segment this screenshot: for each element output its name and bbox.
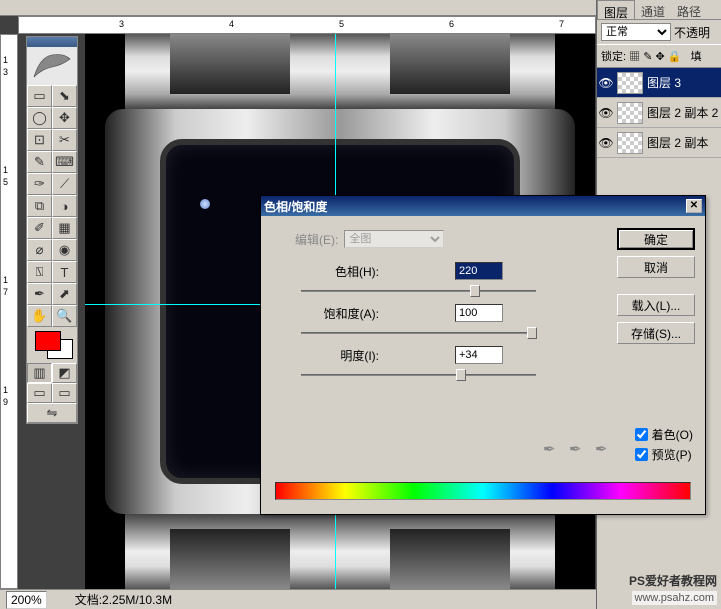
blend-mode-select[interactable]: 正常	[601, 23, 671, 41]
fill-label: 填	[691, 51, 702, 63]
wand-tool[interactable]: ✥	[52, 107, 77, 129]
ruler-horizontal: 3 4 5 6 7	[18, 16, 596, 34]
panel-tabs: 图层 通道 路径	[597, 0, 721, 20]
layer-item[interactable]: 👁 图层 2 副本 2	[597, 98, 721, 128]
hand-tool[interactable]: ✋	[27, 305, 52, 327]
blur-tool[interactable]: ✐	[27, 217, 52, 239]
eyedroppers: ✒ ✒ ✒	[543, 440, 613, 458]
dodge-tool[interactable]: ▦	[52, 217, 77, 239]
history-brush-tool[interactable]: ⟋	[52, 173, 77, 195]
toolbox-header[interactable]	[27, 37, 77, 47]
stamp-tool[interactable]: ✑	[27, 173, 52, 195]
canvas-blue-dot	[200, 199, 210, 209]
layer-thumb[interactable]	[617, 132, 643, 154]
lock-label: 锁定:	[601, 51, 626, 63]
status-bar: 200% 文档:2.25M/10.3M	[0, 589, 596, 609]
lock-pixels-icon[interactable]: ▦	[629, 51, 640, 63]
layer-name: 图层 2 副本 2	[647, 104, 718, 121]
brush-tool[interactable]: ⌨	[52, 151, 77, 173]
close-icon[interactable]: ✕	[686, 199, 702, 213]
edit-label: 编辑(E):	[295, 231, 338, 248]
opacity-label: 不透明	[674, 24, 710, 41]
edit-select: 全图	[344, 230, 444, 248]
ruler-vertical: 1 3 1 5 1 7 1 9	[0, 34, 18, 589]
lasso-tool[interactable]: ◯	[27, 107, 52, 129]
gradient-tool[interactable]: ◑	[52, 195, 77, 217]
eyedropper-add-icon: ✒	[569, 440, 587, 458]
dialog-titlebar[interactable]: 色相/饱和度 ✕	[261, 196, 705, 216]
foreground-color[interactable]	[35, 331, 61, 351]
type-tool[interactable]: ◉	[52, 239, 77, 261]
standard-mode[interactable]: ▥	[27, 363, 52, 383]
hue-gradient	[275, 482, 691, 500]
color-swatches	[27, 327, 77, 363]
crop-tool[interactable]: ⊡	[27, 129, 52, 151]
lightness-label: 明度(I):	[295, 347, 379, 364]
tab-layers[interactable]: 图层	[597, 0, 635, 19]
layer-name: 图层 2 副本	[647, 134, 708, 151]
eyedropper-icon: ✒	[543, 440, 561, 458]
saturation-label: 饱和度(A):	[295, 305, 379, 322]
jump-to[interactable]: ⇋	[27, 403, 77, 423]
shape-tool[interactable]: T	[52, 261, 77, 283]
load-button[interactable]: 载入(L)...	[617, 294, 695, 316]
screen-mode-2[interactable]: ▭	[52, 383, 77, 403]
visibility-icon[interactable]: 👁	[599, 106, 613, 120]
ok-button[interactable]: 确定	[617, 228, 695, 250]
slice-tool[interactable]: ✂	[52, 129, 77, 151]
hue-slider[interactable]	[301, 284, 536, 298]
colorize-checkbox[interactable]: 着色(O)	[635, 426, 693, 443]
layers-list: 👁 图层 3 👁 图层 2 副本 2 👁 图层 2 副本	[597, 68, 721, 158]
toolbox: ▭ ⬊ ◯ ✥ ⊡ ✂ ✎ ⌨ ✑ ⟋ ⧉ ◑ ✐ ▦ ⌀ ◉ ⍂ T ✒ ⬈ …	[26, 36, 78, 424]
notes-tool[interactable]: ✒	[27, 283, 52, 305]
layer-item[interactable]: 👁 图层 3	[597, 68, 721, 98]
pen-tool[interactable]: ⍂	[27, 261, 52, 283]
saturation-slider[interactable]	[301, 326, 536, 340]
watermark-text: PS爱好者教程网	[629, 572, 717, 589]
quickmask-mode[interactable]: ◩	[52, 363, 77, 383]
tab-paths[interactable]: 路径	[671, 0, 707, 19]
lightness-slider[interactable]	[301, 368, 536, 382]
doc-size: 2.25M/10.3M	[102, 593, 172, 607]
layer-thumb[interactable]	[617, 72, 643, 94]
eraser-tool[interactable]: ⧉	[27, 195, 52, 217]
lock-all-icon[interactable]: 🔒	[668, 51, 682, 63]
visibility-icon[interactable]: 👁	[599, 76, 613, 90]
zoom-tool[interactable]: 🔍	[52, 305, 77, 327]
preview-checkbox[interactable]: 预览(P)	[635, 446, 693, 463]
cancel-button[interactable]: 取消	[617, 256, 695, 278]
hue-label: 色相(H):	[295, 263, 379, 280]
save-button[interactable]: 存储(S)...	[617, 322, 695, 344]
doc-label: 文档:	[75, 593, 102, 607]
hue-saturation-dialog: 色相/饱和度 ✕ 编辑(E): 全图 色相(H): 饱和度(A):	[260, 195, 706, 515]
saturation-input[interactable]	[455, 304, 503, 322]
heal-tool[interactable]: ✎	[27, 151, 52, 173]
eyedropper-tool[interactable]: ⬈	[52, 283, 77, 305]
tab-channels[interactable]: 通道	[635, 0, 671, 19]
lock-move-icon[interactable]: ✥	[655, 51, 664, 63]
dialog-title: 色相/饱和度	[264, 198, 327, 215]
lock-brush-icon[interactable]: ✎	[643, 51, 652, 63]
hue-input[interactable]	[455, 262, 503, 280]
path-tool[interactable]: ⌀	[27, 239, 52, 261]
layer-item[interactable]: 👁 图层 2 副本	[597, 128, 721, 158]
lightness-input[interactable]	[455, 346, 503, 364]
marquee-tool[interactable]: ▭	[27, 85, 52, 107]
screen-mode-1[interactable]: ▭	[27, 383, 52, 403]
layer-name: 图层 3	[647, 74, 681, 91]
layer-thumb[interactable]	[617, 102, 643, 124]
watermark-url: www.psahz.com	[632, 591, 717, 605]
move-tool[interactable]: ⬊	[52, 85, 77, 107]
app-logo	[27, 47, 77, 85]
eyedropper-sub-icon: ✒	[595, 440, 613, 458]
zoom-level[interactable]: 200%	[6, 591, 47, 609]
visibility-icon[interactable]: 👁	[599, 136, 613, 150]
